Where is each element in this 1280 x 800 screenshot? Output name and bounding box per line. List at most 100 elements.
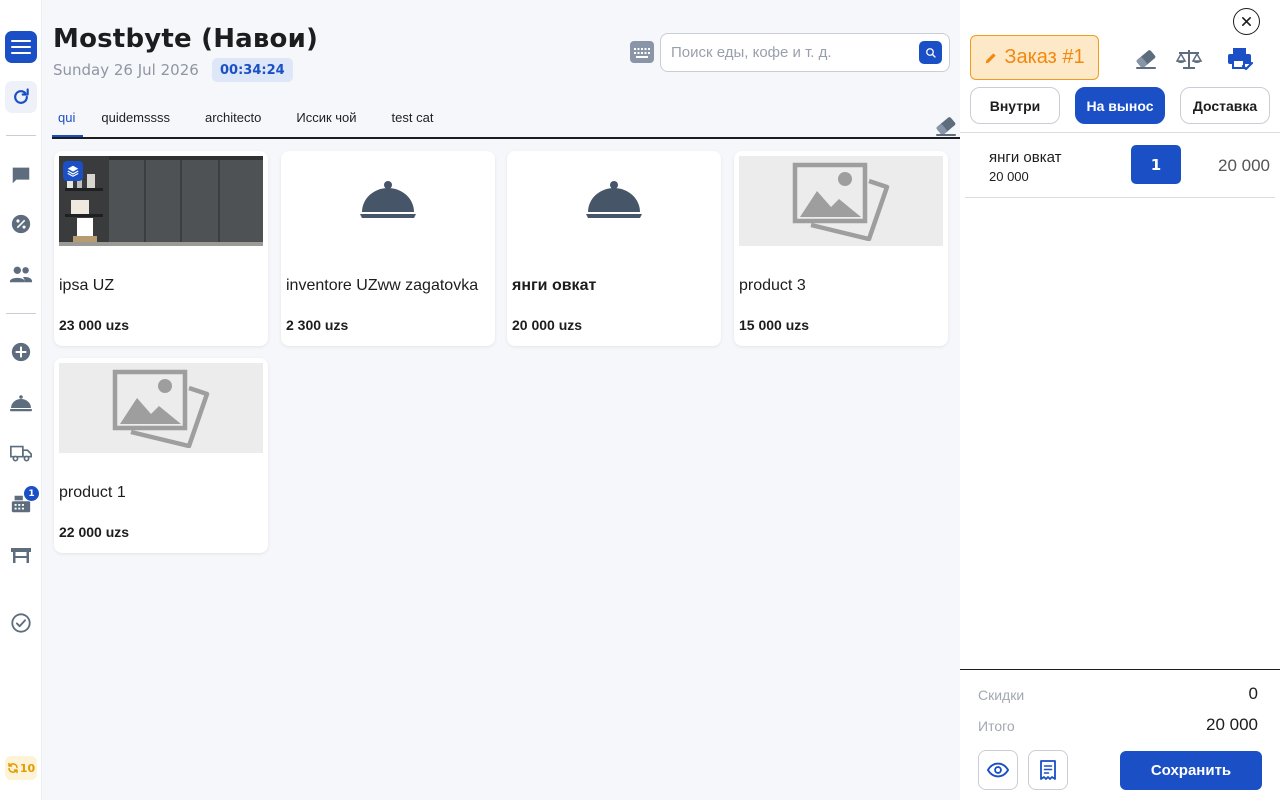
sidebar-item-products[interactable] [9, 391, 33, 415]
sidebar-divider [6, 135, 36, 136]
tabs-divider [52, 137, 960, 139]
left-sidebar: 1 10 [0, 0, 42, 800]
product-name: product 3 [739, 276, 806, 294]
clear-order-button[interactable] [1133, 47, 1159, 71]
product-image [739, 156, 943, 246]
keyboard-icon [630, 41, 654, 63]
refresh-icon [14, 88, 29, 104]
refresh-button[interactable] [5, 81, 37, 113]
table-icon [11, 548, 31, 563]
search-button[interactable] [919, 41, 942, 64]
sidebar-item-chat[interactable] [9, 163, 33, 187]
order-title: Заказ #1 [1004, 46, 1085, 68]
product-image [286, 156, 490, 246]
product-image [512, 156, 716, 246]
order-title-button[interactable]: Заказ #1 [970, 35, 1099, 80]
variants-badge [63, 161, 83, 181]
panel-divider [960, 132, 1280, 133]
product-name: ipsa UZ [59, 276, 115, 294]
menu-icon [11, 40, 31, 54]
order-type-dine-in[interactable]: Внутри [970, 87, 1060, 124]
order-item-unit-price: 20 000 [989, 169, 1029, 184]
product-image [59, 156, 263, 246]
order-type-delivery[interactable]: Доставка [1180, 87, 1270, 124]
search-box [660, 33, 950, 72]
order-type-takeaway[interactable]: На вынос [1075, 87, 1165, 124]
receipt-icon [1040, 760, 1056, 780]
eye-icon [987, 762, 1009, 778]
product-card[interactable]: янги овкат 20 000 uzs [507, 151, 721, 346]
percent-icon [11, 214, 31, 234]
tab-issik-choy[interactable]: Иссик чой [296, 104, 369, 137]
scale-icon [1176, 50, 1202, 69]
users-icon [9, 266, 33, 283]
category-tabs: qui quidemssss architecto Иссик чой test… [52, 104, 468, 137]
product-price: 23 000 uzs [59, 317, 130, 333]
discount-label: Скидки [978, 687, 1025, 703]
close-button[interactable] [1233, 8, 1260, 35]
image-placeholder-icon [112, 369, 210, 448]
order-panel: Заказ #1 Внутри На вынос Доставка янги о… [960, 0, 1280, 800]
current-date: Sunday 26 Jul 2026 [53, 61, 199, 79]
sync-icon [8, 762, 18, 774]
product-name: inventore UZww zagatovka [286, 276, 479, 294]
tab-test-cat[interactable]: test cat [392, 104, 447, 137]
product-price: 15 000 uzs [739, 317, 810, 333]
discount-value: 0 [1248, 684, 1258, 703]
check-circle-icon [11, 613, 31, 633]
product-card[interactable]: product 1 22 000 uzs [54, 358, 268, 553]
printer-check-icon [1228, 48, 1253, 71]
close-icon [1242, 17, 1251, 26]
orders-count-badge: 1 [24, 486, 39, 501]
sidebar-item-tables[interactable] [9, 543, 33, 567]
virtual-keyboard-button[interactable] [630, 41, 654, 63]
cloche-icon [586, 181, 642, 218]
total-value: 20 000 [1206, 715, 1258, 734]
product-image [59, 363, 263, 453]
image-placeholder-icon [792, 162, 890, 241]
add-icon [11, 342, 31, 362]
delivery-truck-icon [10, 445, 32, 462]
tab-quidemssss[interactable]: quidemssss [101, 104, 183, 137]
session-timer: 00:34:24 [212, 58, 293, 82]
sidebar-item-orders[interactable]: 1 [9, 486, 39, 516]
search-icon [925, 47, 936, 58]
menu-button[interactable] [5, 31, 37, 63]
tab-qui[interactable]: qui [52, 104, 84, 137]
order-item-quantity[interactable]: 1 [1131, 145, 1181, 184]
clear-filter-button[interactable] [934, 115, 958, 141]
order-item-total: 20 000 [1218, 156, 1270, 175]
product-price: 2 300 uzs [286, 317, 349, 333]
sidebar-item-delivery[interactable] [9, 441, 33, 465]
product-card[interactable]: ipsa UZ 23 000 uzs [54, 151, 268, 346]
sync-status-badge[interactable]: 10 [5, 756, 37, 780]
order-line-item[interactable]: янги овкат 20 000 1 20 000 [960, 140, 1280, 198]
chat-icon [12, 167, 30, 184]
sidebar-item-discount[interactable] [9, 212, 33, 236]
sync-count: 10 [19, 761, 36, 775]
product-price: 20 000 uzs [512, 317, 583, 333]
preview-order-button[interactable] [978, 750, 1018, 790]
save-order-button[interactable]: Сохранить [1120, 751, 1262, 790]
sidebar-item-completed[interactable] [9, 611, 33, 635]
search-input[interactable] [671, 34, 916, 71]
sidebar-divider [6, 313, 36, 314]
product-name: product 1 [59, 483, 126, 501]
sidebar-item-customers[interactable] [9, 262, 33, 286]
layers-icon [67, 165, 79, 177]
product-name: янги овкат [512, 276, 597, 294]
cloche-icon [10, 395, 32, 412]
product-card[interactable]: inventore UZww zagatovka 2 300 uzs [281, 151, 495, 346]
product-price: 22 000 uzs [59, 524, 130, 540]
weight-scale-button[interactable] [1176, 47, 1202, 71]
product-card[interactable]: product 3 15 000 uzs [734, 151, 948, 346]
panel-footer-divider [960, 669, 1280, 670]
receipt-button[interactable] [1028, 750, 1068, 790]
page-title: Mostbyte (Навои) [53, 24, 319, 54]
order-item-name: янги овкат [989, 149, 1062, 166]
tab-architecto[interactable]: architecto [205, 104, 274, 137]
wardrobe-photo [59, 156, 263, 246]
print-receipt-button[interactable] [1227, 47, 1253, 71]
eraser-icon [1136, 50, 1156, 69]
sidebar-item-new-order[interactable] [9, 340, 33, 364]
